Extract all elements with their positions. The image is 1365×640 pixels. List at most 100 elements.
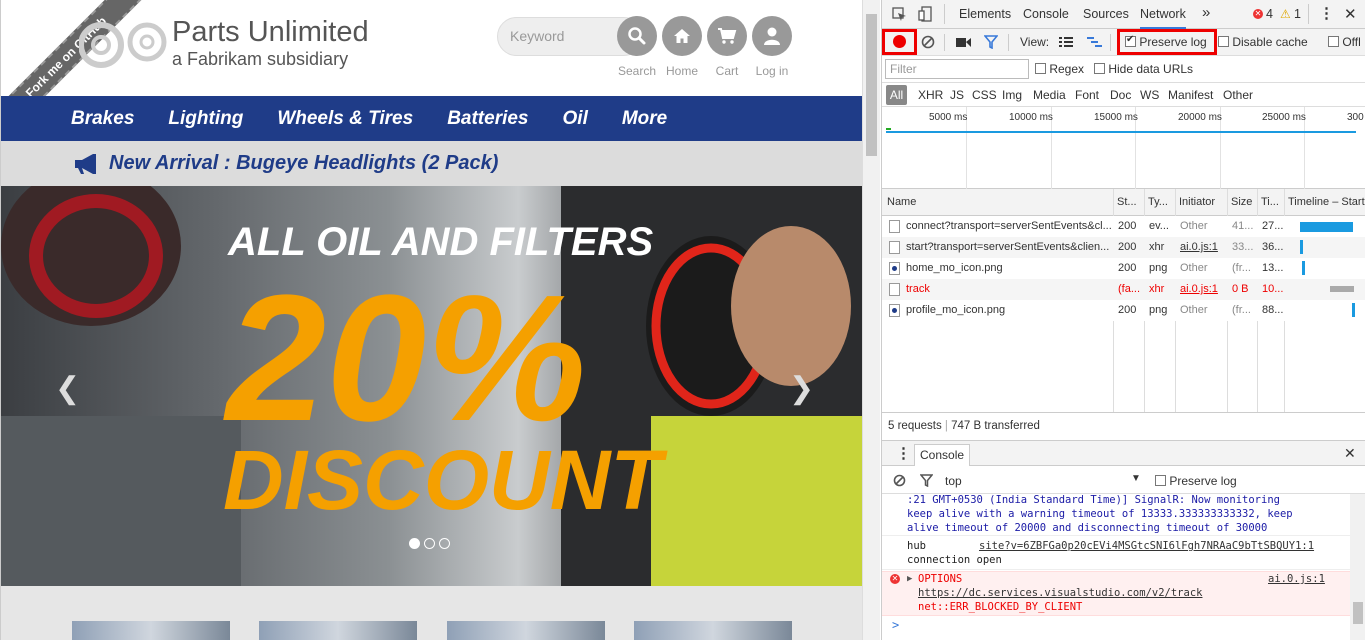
- carousel-dot-3[interactable]: [439, 538, 450, 549]
- type-filter-manifest[interactable]: Manifest: [1168, 88, 1213, 102]
- screenshot-capture-icon[interactable]: [956, 37, 972, 48]
- console-scrollbar[interactable]: [1350, 494, 1365, 640]
- clear-console-icon[interactable]: [893, 474, 906, 487]
- console-prompt[interactable]: >: [882, 618, 1352, 632]
- request-name[interactable]: connect?transport=serverSentEvents&cl...: [906, 220, 1111, 232]
- request-name[interactable]: profile_mo_icon.png: [906, 304, 1111, 316]
- type-filter-xhr[interactable]: XHR: [918, 88, 943, 102]
- filter-icon[interactable]: [984, 35, 998, 49]
- regex-label[interactable]: Regex: [1049, 62, 1084, 76]
- tab-elements[interactable]: Elements: [959, 7, 1011, 21]
- type-filter-img[interactable]: Img: [1002, 88, 1022, 102]
- nav-oil[interactable]: Oil: [563, 108, 588, 130]
- preserve-log-label[interactable]: Preserve log: [1139, 35, 1206, 49]
- product-thumb[interactable]: [72, 621, 230, 640]
- customize-menu-icon[interactable]: ⋮: [1319, 4, 1334, 22]
- type-filter-media[interactable]: Media: [1033, 88, 1066, 102]
- disable-cache-checkbox[interactable]: Disable cache: [1218, 35, 1308, 49]
- type-filter-font[interactable]: Font: [1075, 88, 1099, 102]
- nav-batteries[interactable]: Batteries: [447, 108, 528, 130]
- carousel-dot-1[interactable]: [409, 538, 420, 549]
- product-thumb[interactable]: [447, 621, 605, 640]
- error-source-link[interactable]: ai.0.js:1: [1268, 572, 1325, 586]
- carousel-dot-2[interactable]: [424, 538, 435, 549]
- type-filter-js[interactable]: JS: [950, 88, 964, 102]
- hide-data-urls-label[interactable]: Hide data URLs: [1108, 62, 1193, 76]
- filter-input[interactable]: Filter: [885, 59, 1029, 79]
- checkbox-icon[interactable]: [1328, 36, 1339, 48]
- type-filter-all[interactable]: All: [886, 85, 907, 105]
- clear-icon[interactable]: [921, 35, 935, 49]
- column-size[interactable]: Size: [1231, 196, 1255, 208]
- product-thumb[interactable]: [259, 621, 417, 640]
- request-name[interactable]: home_mo_icon.png: [906, 262, 1111, 274]
- close-drawer-icon[interactable]: ✕: [1344, 445, 1356, 462]
- request-initiator[interactable]: ai.0.js:1: [1180, 241, 1226, 253]
- nav-wheels-tires[interactable]: Wheels & Tires: [277, 108, 413, 130]
- error-url-link[interactable]: https://dc.services.visualstudio.com/v2/…: [918, 586, 1350, 600]
- regex-checkbox[interactable]: Regex: [1035, 62, 1084, 76]
- request-row[interactable]: home_mo_icon.png 200 png Other (fr... 13...: [882, 258, 1365, 279]
- nav-more[interactable]: More: [622, 108, 667, 130]
- checkbox-icon[interactable]: [1218, 36, 1229, 48]
- device-toolbar-icon[interactable]: [918, 6, 933, 22]
- offline-label[interactable]: Offl: [1342, 35, 1360, 49]
- type-filter-ws[interactable]: WS: [1140, 88, 1159, 102]
- large-rows-icon[interactable]: [1059, 36, 1073, 48]
- product-thumb[interactable]: [634, 621, 792, 640]
- request-row[interactable]: start?transport=serverSentEvents&clien..…: [882, 237, 1365, 258]
- checkbox-checked-icon[interactable]: [1125, 34, 1136, 48]
- column-name[interactable]: Name: [887, 196, 916, 208]
- more-tabs-button[interactable]: »: [1202, 4, 1210, 21]
- request-initiator[interactable]: Other: [1180, 220, 1226, 232]
- waterfall-view-icon[interactable]: [1087, 36, 1103, 48]
- console-source-link[interactable]: site?v=6ZBFGa0p20cEVi4MSGtcSNI6lFgh7NRAa…: [979, 539, 1314, 553]
- checkbox-icon[interactable]: [1035, 63, 1046, 75]
- tab-sources[interactable]: Sources: [1083, 7, 1129, 21]
- console-scrollbar-thumb[interactable]: [1353, 602, 1363, 624]
- column-type[interactable]: Ty...: [1148, 196, 1172, 208]
- column-initiator[interactable]: Initiator: [1179, 196, 1224, 208]
- disable-cache-label[interactable]: Disable cache: [1232, 35, 1307, 49]
- context-selector[interactable]: top: [945, 474, 962, 488]
- preserve-log-checkbox[interactable]: Preserve log: [1125, 34, 1207, 49]
- scrollbar-thumb[interactable]: [866, 14, 877, 156]
- request-name[interactable]: start?transport=serverSentEvents&clien..…: [906, 241, 1111, 253]
- tab-network[interactable]: Network: [1140, 7, 1186, 29]
- carousel-prev-icon[interactable]: ❮: [55, 371, 80, 406]
- drawer-menu-icon[interactable]: ⋮: [896, 444, 911, 462]
- drawer-tab-console[interactable]: Console: [914, 444, 971, 466]
- console-filter-icon[interactable]: [920, 474, 933, 487]
- type-filter-other[interactable]: Other: [1223, 88, 1253, 102]
- error-count[interactable]: 4: [1266, 7, 1273, 21]
- brand[interactable]: Parts Unlimited a Fabrikam subsidiary: [172, 16, 369, 70]
- login-button[interactable]: [752, 16, 792, 56]
- column-status[interactable]: St...: [1117, 196, 1141, 208]
- request-initiator[interactable]: ai.0.js:1: [1180, 283, 1226, 295]
- offline-checkbox[interactable]: Offl: [1328, 35, 1361, 49]
- request-row[interactable]: track (fa... xhr ai.0.js:1 0 B 10...: [882, 279, 1365, 300]
- request-initiator[interactable]: Other: [1180, 304, 1226, 316]
- nav-brakes[interactable]: Brakes: [71, 108, 134, 130]
- column-timeline[interactable]: Timeline – Start: [1288, 196, 1365, 208]
- login-label[interactable]: Log in: [742, 64, 802, 78]
- tab-console[interactable]: Console: [1023, 7, 1069, 21]
- network-overview[interactable]: 5000 ms 10000 ms 15000 ms 20000 ms 25000…: [882, 107, 1365, 189]
- cart-button[interactable]: [707, 16, 747, 56]
- request-row[interactable]: profile_mo_icon.png 200 png Other (fr... 88..…: [882, 300, 1365, 321]
- hide-data-urls-checkbox[interactable]: Hide data URLs: [1094, 62, 1193, 76]
- close-devtools-icon[interactable]: ✕: [1344, 5, 1357, 23]
- type-filter-css[interactable]: CSS: [972, 88, 997, 102]
- warning-count[interactable]: 1: [1294, 7, 1301, 21]
- request-name[interactable]: track: [906, 283, 1111, 295]
- context-dropdown-icon[interactable]: ▼: [1131, 473, 1141, 484]
- nav-lighting[interactable]: Lighting: [168, 108, 243, 130]
- column-time[interactable]: Ti...: [1261, 196, 1281, 208]
- request-row[interactable]: connect?transport=serverSentEvents&cl...…: [882, 216, 1365, 237]
- checkbox-icon[interactable]: [1094, 63, 1105, 75]
- checkbox-icon[interactable]: [1155, 475, 1166, 487]
- home-button[interactable]: [662, 16, 702, 56]
- search-button[interactable]: [617, 16, 657, 56]
- carousel-next-icon[interactable]: ❯: [789, 371, 814, 406]
- console-preserve-log-checkbox[interactable]: Preserve log: [1155, 474, 1237, 488]
